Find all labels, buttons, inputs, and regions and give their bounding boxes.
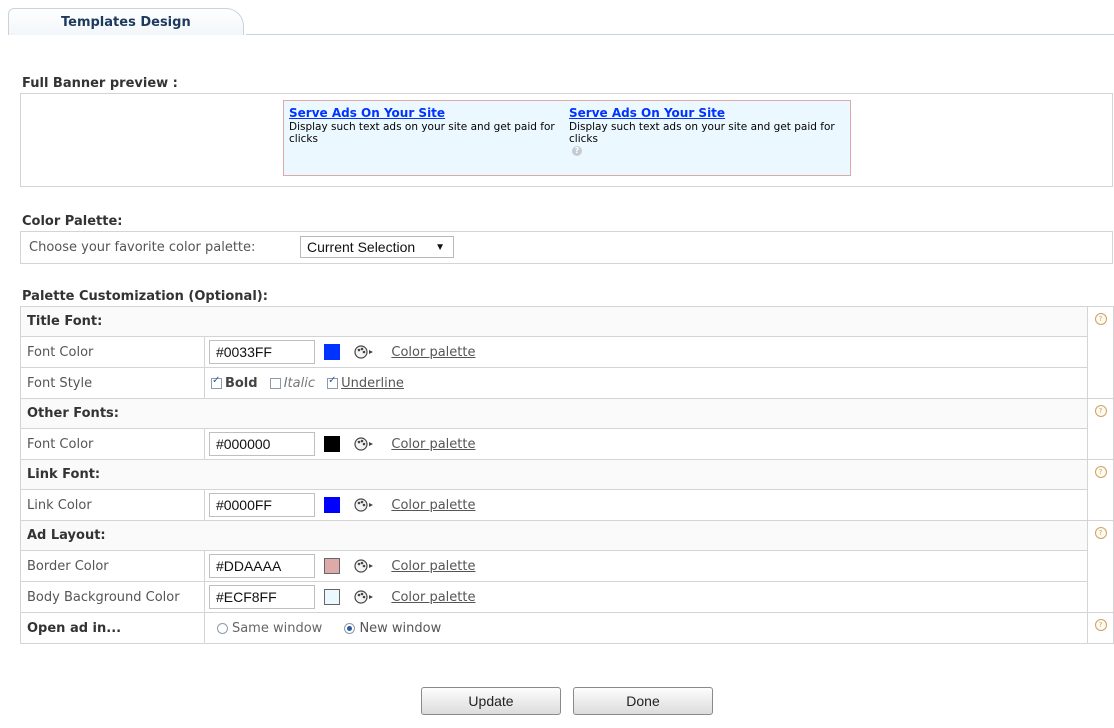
- row-label: Border Color: [20, 550, 205, 582]
- italic-label: Italic: [283, 375, 315, 391]
- tab-templates-design[interactable]: Templates Design: [8, 8, 244, 35]
- tab-bar: Templates Design: [8, 8, 1114, 36]
- bold-checkbox[interactable]: [210, 375, 222, 389]
- help-icon[interactable]: ?: [1094, 405, 1107, 417]
- underline-label: Underline: [341, 375, 404, 391]
- row-label: Font Color: [20, 336, 205, 368]
- tab-divider: [246, 34, 1114, 35]
- chevron-down-icon: ▼: [435, 242, 445, 253]
- bold-label: Bold: [224, 375, 258, 391]
- same-window-label: Same window: [231, 620, 323, 636]
- ad-title-link[interactable]: Serve Ads On Your Site: [569, 106, 839, 121]
- palette-title: Color Palette:: [22, 214, 123, 229]
- color-picker-icon[interactable]: [354, 558, 376, 574]
- color-swatch: [324, 344, 341, 360]
- done-button[interactable]: Done: [573, 687, 713, 715]
- title-font-color-row: Font Color #0033FF Color palette: [20, 336, 1114, 368]
- link-color-input[interactable]: #0000FF: [208, 493, 315, 517]
- color-palette-link[interactable]: Color palette: [391, 559, 475, 574]
- help-icon[interactable]: ?: [1094, 313, 1107, 325]
- ad-layout-heading: Ad Layout:: [20, 520, 1088, 551]
- row-label: Font Color: [20, 428, 205, 460]
- color-palette-link[interactable]: Color palette: [391, 498, 475, 513]
- ad-body: Display such text ads on your site and g…: [289, 121, 555, 145]
- update-button[interactable]: Update: [421, 687, 561, 715]
- color-picker-icon[interactable]: [354, 436, 376, 452]
- palette-label: Choose your favorite color palette:: [29, 240, 256, 255]
- ad-title-link[interactable]: Serve Ads On Your Site: [289, 106, 559, 121]
- link-font-heading: Link Font:: [20, 459, 1088, 490]
- italic-checkbox[interactable]: [269, 377, 281, 389]
- row-label: Link Color: [20, 489, 205, 521]
- color-palette-link[interactable]: Color palette: [391, 345, 475, 360]
- other-fonts-heading: Other Fonts:: [20, 398, 1088, 429]
- title-font-help: ?: [1087, 306, 1114, 399]
- preview-title: Full Banner preview :: [22, 76, 178, 91]
- color-palette-link[interactable]: Color palette: [391, 437, 475, 452]
- border-color-input[interactable]: #DDAAAA: [208, 554, 315, 578]
- banner-preview: Serve Ads On Your Site Display such text…: [283, 100, 851, 176]
- color-swatch: [324, 436, 341, 452]
- title-font-color-input[interactable]: #0033FF: [208, 340, 315, 364]
- link-font-help: ?: [1087, 459, 1114, 521]
- open-ad-row: Open ad in... Same window New window ?: [20, 612, 1114, 644]
- color-picker-icon[interactable]: [354, 497, 376, 513]
- title-font-heading: Title Font:: [20, 306, 1088, 337]
- other-fonts-help: ?: [1087, 398, 1114, 460]
- ad-layout-help: ?: [1087, 520, 1114, 613]
- ad-body: Display such text ads on your site and g…: [569, 121, 835, 145]
- help-icon[interactable]: ?: [1094, 619, 1107, 631]
- open-ad-help: ?: [1087, 612, 1114, 644]
- title-font-style-row: Font Style Bold Italic Underline: [20, 367, 1114, 399]
- row-label: Font Style: [20, 367, 205, 399]
- row-label: Body Background Color: [20, 581, 205, 613]
- color-swatch: [324, 589, 341, 605]
- color-picker-icon[interactable]: [354, 589, 376, 605]
- color-palette-link[interactable]: Color palette: [391, 590, 475, 605]
- ad-preview-1: Serve Ads On Your Site Display such text…: [289, 106, 559, 145]
- same-window-radio[interactable]: [216, 622, 228, 634]
- new-window-radio[interactable]: [344, 622, 356, 634]
- link-color-row: Link Color #0000FF Color palette: [20, 489, 1114, 521]
- other-fonts-color-input[interactable]: #000000: [208, 432, 315, 456]
- color-picker-icon[interactable]: [354, 344, 376, 360]
- palette-selected-value: Current Selection: [307, 239, 416, 255]
- help-icon[interactable]: ?: [1094, 466, 1107, 478]
- body-bg-color-input[interactable]: #ECF8FF: [208, 585, 315, 609]
- color-swatch: [324, 497, 341, 513]
- ad-info-icon[interactable]: ?: [572, 146, 582, 156]
- open-ad-heading: Open ad in...: [20, 612, 205, 644]
- color-swatch: [324, 558, 341, 574]
- other-fonts-color-row: Font Color #000000 Color palette: [20, 428, 1114, 460]
- underline-checkbox[interactable]: [327, 375, 339, 389]
- customization-table: Title Font: ? Font Color #0033FF Color p…: [20, 306, 1114, 644]
- help-icon[interactable]: ?: [1094, 527, 1107, 539]
- new-window-label: New window: [359, 620, 442, 636]
- border-color-row: Border Color #DDAAAA Color palette: [20, 550, 1114, 582]
- palette-select[interactable]: Current Selection ▼: [300, 236, 454, 258]
- body-bg-color-row: Body Background Color #ECF8FF Color pale…: [20, 581, 1114, 613]
- customization-title: Palette Customization (Optional):: [22, 289, 268, 304]
- ad-preview-2: Serve Ads On Your Site Display such text…: [569, 106, 839, 145]
